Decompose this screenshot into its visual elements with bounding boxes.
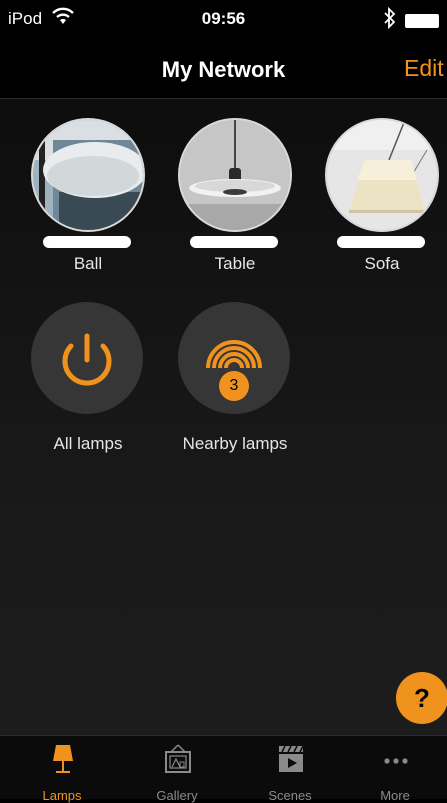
lamp-icon: [53, 745, 73, 773]
lamp-name-sofa: Sofa: [364, 254, 400, 273]
lamp-photo-ball: [31, 118, 145, 232]
lamp-photo-sofa: [325, 118, 439, 232]
power-icon: [62, 333, 112, 386]
nearby-lamps-label: Nearby lamps: [182, 434, 288, 453]
edit-button[interactable]: Edit: [404, 55, 444, 82]
tab-label-gallery: Gallery: [156, 788, 198, 803]
brightness-bar-table[interactable]: [190, 236, 278, 248]
nearby-count-badge: 3: [219, 371, 249, 401]
status-bar: iPod 09:56: [0, 0, 447, 40]
tab-gallery[interactable]: Gallery: [127, 736, 227, 803]
all-lamps-button[interactable]: [31, 302, 143, 414]
gallery-icon: [165, 744, 191, 773]
navigation-bar: My Network Edit: [0, 40, 447, 99]
tab-label-scenes: Scenes: [268, 788, 312, 803]
help-button[interactable]: ?: [396, 672, 447, 724]
app-screen: iPod 09:56 My Network Edit Ball Table So…: [0, 0, 447, 803]
lamp-name-ball: Ball: [73, 254, 103, 273]
nearby-lamps-button[interactable]: 3: [178, 302, 290, 414]
tab-lamps[interactable]: Lamps: [12, 736, 112, 803]
lamp-name-table: Table: [214, 254, 256, 273]
tab-label-more: More: [380, 788, 410, 803]
page-title: My Network: [161, 57, 286, 82]
brightness-bar-ball[interactable]: [43, 236, 131, 248]
scenes-icon: [279, 745, 304, 772]
tab-scenes[interactable]: Scenes: [240, 736, 340, 803]
tab-more[interactable]: More: [345, 736, 445, 803]
clock: 09:56: [201, 9, 246, 28]
tab-label-lamps: Lamps: [42, 788, 82, 803]
more-icon: [384, 758, 408, 764]
tab-bar: Lamps Gallery Scenes More: [0, 735, 447, 803]
brightness-bar-sofa[interactable]: [337, 236, 425, 248]
bluetooth-icon: [383, 6, 397, 34]
lamp-photo-table: [178, 118, 292, 232]
battery-icon: [405, 14, 439, 28]
